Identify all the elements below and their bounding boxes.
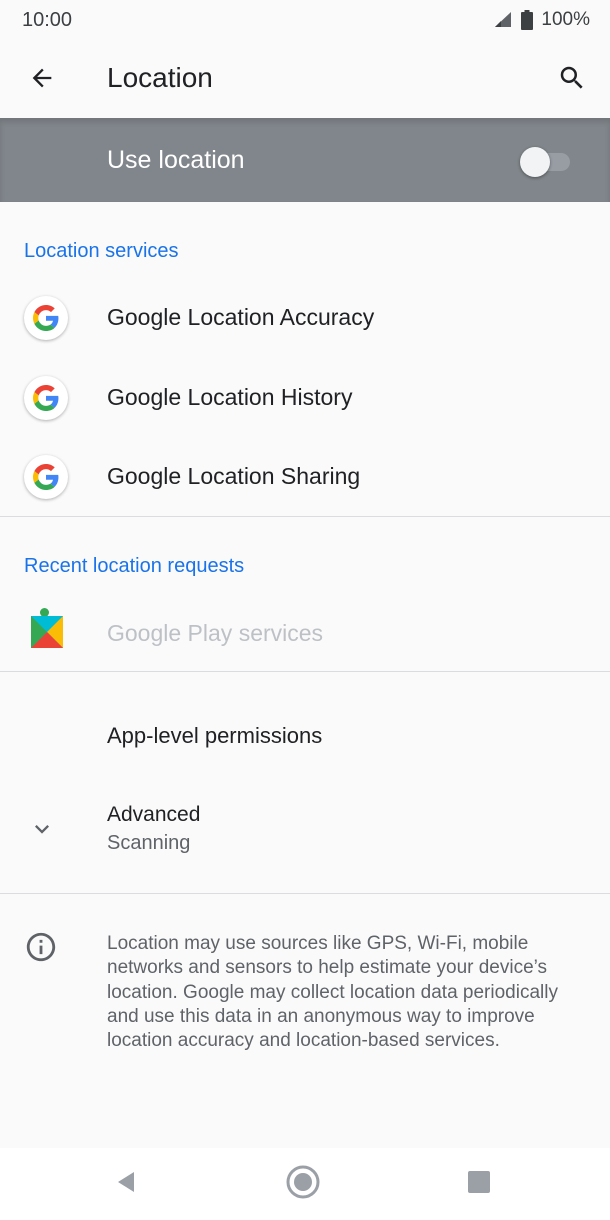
advanced-title: Advanced — [107, 803, 201, 826]
toggle-thumb — [520, 147, 550, 177]
list-item-advanced[interactable]: Advanced Scanning — [0, 785, 610, 875]
info-icon — [24, 930, 58, 964]
section-header-location-services: Location services — [24, 240, 179, 262]
nav-recents-button[interactable] — [457, 1162, 501, 1206]
status-icons: 100% — [493, 9, 590, 31]
list-item-label: App-level permissions — [107, 723, 323, 748]
google-g-icon — [24, 455, 70, 501]
list-item-google-play-services[interactable]: Google Play services — [0, 592, 610, 672]
nav-back-button[interactable] — [104, 1162, 148, 1206]
nav-back-icon — [114, 1170, 138, 1199]
use-location-switch-bar[interactable]: Use location — [0, 118, 610, 202]
arrow-back-icon — [28, 64, 56, 97]
use-location-label: Use location — [107, 146, 245, 174]
battery-icon — [521, 10, 534, 30]
nav-recents-icon — [467, 1170, 491, 1199]
signal-icon — [493, 11, 513, 29]
google-play-services-icon — [28, 608, 66, 650]
list-item-label: Google Location History — [107, 384, 353, 410]
list-item-label: Google Play services — [107, 620, 324, 646]
footer-info-text: Location may use sources like GPS, Wi-Fi… — [107, 933, 558, 1052]
system-nav-bar — [0, 1148, 610, 1220]
battery-percent: 100% — [541, 9, 590, 30]
use-location-toggle[interactable] — [520, 146, 572, 177]
page-title: Location — [107, 62, 213, 93]
list-item-google-location-sharing[interactable]: Google Location Sharing — [0, 437, 610, 517]
nav-home-button[interactable] — [281, 1162, 325, 1206]
list-item-label: Google Location Sharing — [107, 463, 361, 489]
back-button[interactable] — [20, 58, 64, 102]
status-time: 10:00 — [22, 9, 73, 31]
list-item-label: Google Location Accuracy — [107, 304, 375, 330]
chevron-down-icon — [28, 815, 56, 848]
app-bar: Location — [0, 40, 610, 118]
search-button[interactable] — [550, 58, 594, 102]
divider — [0, 671, 610, 672]
google-g-icon — [24, 376, 70, 422]
divider — [0, 893, 610, 894]
list-item-google-location-accuracy[interactable]: Google Location Accuracy — [0, 278, 610, 358]
advanced-subtitle: Scanning — [107, 832, 191, 854]
list-item-app-level-permissions[interactable]: App-level permissions — [0, 695, 610, 775]
list-item-google-location-history[interactable]: Google Location History — [0, 358, 610, 438]
section-header-recent-requests: Recent location requests — [24, 555, 245, 577]
status-bar: 10:00 100% — [0, 0, 610, 40]
search-icon — [557, 63, 587, 98]
google-g-icon — [24, 296, 70, 342]
divider — [0, 516, 610, 517]
nav-home-icon — [285, 1164, 321, 1205]
